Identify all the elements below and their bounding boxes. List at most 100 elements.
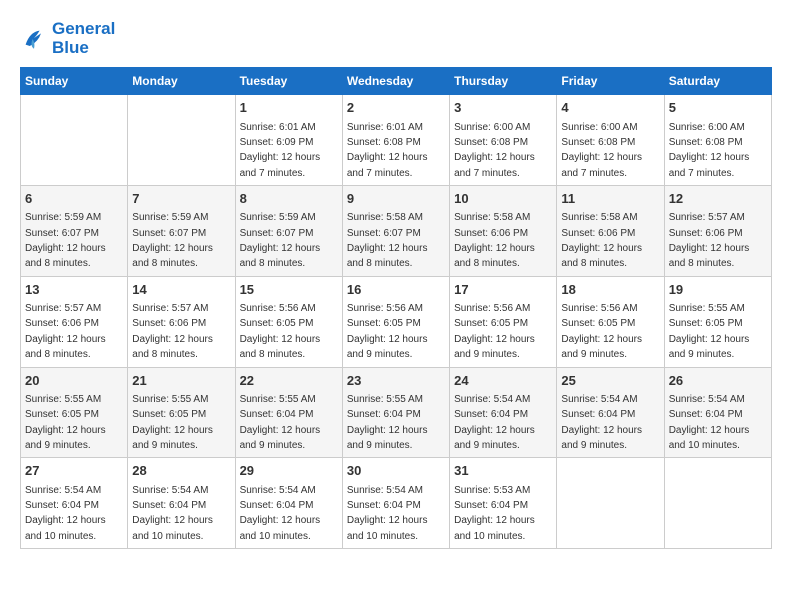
sunset-text: Sunset: 6:04 PM — [454, 409, 528, 420]
day-header-wednesday: Wednesday — [342, 68, 449, 95]
day-number: 1 — [240, 99, 338, 117]
daylight-text: Daylight: 12 hours and 10 minutes. — [132, 515, 213, 541]
week-row-3: 13Sunrise: 5:57 AMSunset: 6:06 PMDayligh… — [21, 276, 772, 367]
sunrise-text: Sunrise: 5:54 AM — [669, 394, 745, 405]
day-cell — [664, 458, 771, 549]
daylight-text: Daylight: 12 hours and 9 minutes. — [669, 334, 750, 360]
daylight-text: Daylight: 12 hours and 9 minutes. — [132, 425, 213, 451]
day-number: 26 — [669, 372, 767, 390]
day-number: 6 — [25, 190, 123, 208]
sunrise-text: Sunrise: 5:54 AM — [25, 485, 101, 496]
sunrise-text: Sunrise: 5:57 AM — [669, 212, 745, 223]
page-header: General Blue — [20, 20, 772, 57]
logo: General Blue — [20, 20, 115, 57]
daylight-text: Daylight: 12 hours and 9 minutes. — [561, 425, 642, 451]
sunset-text: Sunset: 6:05 PM — [132, 409, 206, 420]
day-number: 3 — [454, 99, 552, 117]
day-number: 31 — [454, 462, 552, 480]
day-number: 28 — [132, 462, 230, 480]
sunset-text: Sunset: 6:09 PM — [240, 137, 314, 148]
day-number: 7 — [132, 190, 230, 208]
sunrise-text: Sunrise: 5:58 AM — [347, 212, 423, 223]
sunrise-text: Sunrise: 6:01 AM — [240, 122, 316, 133]
day-number: 18 — [561, 281, 659, 299]
day-cell: 30 Sunrise: 5:54 AM Sunset: 6:04 PM Dayligh… — [342, 458, 449, 549]
day-number: 12 — [669, 190, 767, 208]
sunset-text: Sunset: 6:06 PM — [561, 228, 635, 239]
sunset-text: Sunset: 6:05 PM — [240, 318, 314, 329]
sunrise-text: Sunrise: 5:54 AM — [240, 485, 316, 496]
sunset-text: Sunset: 6:07 PM — [25, 228, 99, 239]
day-cell: 19Sunrise: 5:55 AMSunset: 6:05 PMDayligh… — [664, 276, 771, 367]
sunset-text: Sunset: 6:08 PM — [454, 137, 528, 148]
sunrise-text: Sunrise: 5:55 AM — [347, 394, 423, 405]
day-cell: 24Sunrise: 5:54 AMSunset: 6:04 PMDayligh… — [450, 367, 557, 458]
daylight-text: Daylight: 12 hours and 8 minutes. — [454, 243, 535, 269]
sunrise-text: Sunrise: 5:55 AM — [240, 394, 316, 405]
sunset-text: Sunset: 6:08 PM — [347, 137, 421, 148]
week-row-4: 20Sunrise: 5:55 AMSunset: 6:05 PMDayligh… — [21, 367, 772, 458]
day-header-friday: Friday — [557, 68, 664, 95]
daylight-text: Daylight: 12 hours and 10 minutes. — [25, 515, 106, 541]
header-row: SundayMondayTuesdayWednesdayThursdayFrid… — [21, 68, 772, 95]
daylight-text: Daylight: 12 hours and 8 minutes. — [240, 243, 321, 269]
day-number: 23 — [347, 372, 445, 390]
sunset-text: Sunset: 6:07 PM — [240, 228, 314, 239]
daylight-text: Daylight: 12 hours and 9 minutes. — [25, 425, 106, 451]
sunrise-text: Sunrise: 5:58 AM — [561, 212, 637, 223]
day-cell: 6Sunrise: 5:59 AMSunset: 6:07 PMDaylight… — [21, 186, 128, 277]
day-cell: 8 Sunrise: 5:59 AM Sunset: 6:07 PM Daylight… — [235, 186, 342, 277]
sunrise-text: Sunrise: 5:55 AM — [25, 394, 101, 405]
sunset-text: Sunset: 6:04 PM — [347, 500, 421, 511]
day-cell: 3Sunrise: 6:00 AMSunset: 6:08 PMDaylight… — [450, 95, 557, 186]
sunrise-text: Sunrise: 5:57 AM — [132, 303, 208, 314]
daylight-text: Daylight: 12 hours and 7 minutes. — [561, 152, 642, 178]
daylight-text: Daylight: 12 hours and 8 minutes. — [132, 334, 213, 360]
day-header-tuesday: Tuesday — [235, 68, 342, 95]
sunrise-text: Sunrise: 5:56 AM — [347, 303, 423, 314]
sunrise-text: Sunrise: 5:54 AM — [347, 485, 423, 496]
sunset-text: Sunset: 6:08 PM — [561, 137, 635, 148]
sunset-text: Sunset: 6:05 PM — [561, 318, 635, 329]
sunrise-text: Sunrise: 5:54 AM — [454, 394, 530, 405]
daylight-text: Daylight: 12 hours and 9 minutes. — [347, 425, 428, 451]
day-cell: 21Sunrise: 5:55 AMSunset: 6:05 PMDayligh… — [128, 367, 235, 458]
daylight-text: Daylight: 12 hours and 7 minutes. — [240, 152, 321, 178]
sunrise-text: Sunrise: 5:58 AM — [454, 212, 530, 223]
day-cell: 15Sunrise: 5:56 AMSunset: 6:05 PMDayligh… — [235, 276, 342, 367]
day-cell: 14Sunrise: 5:57 AMSunset: 6:06 PMDayligh… — [128, 276, 235, 367]
day-cell: 12Sunrise: 5:57 AMSunset: 6:06 PMDayligh… — [664, 186, 771, 277]
sunrise-text: Sunrise: 5:59 AM — [240, 212, 316, 223]
sunset-text: Sunset: 6:04 PM — [561, 409, 635, 420]
sunrise-text: Sunrise: 5:56 AM — [454, 303, 530, 314]
sunrise-text: Sunrise: 6:00 AM — [669, 122, 745, 133]
sunset-text: Sunset: 6:07 PM — [132, 228, 206, 239]
day-cell: 5Sunrise: 6:00 AMSunset: 6:08 PMDaylight… — [664, 95, 771, 186]
daylight-text: Daylight: 12 hours and 10 minutes. — [347, 515, 428, 541]
daylight-text: Daylight: 12 hours and 9 minutes. — [240, 425, 321, 451]
daylight-text: Daylight: 12 hours and 9 minutes. — [454, 425, 535, 451]
day-number: 5 — [669, 99, 767, 117]
day-number: 29 — [240, 462, 338, 480]
sunrise-text: Sunrise: 6:01 AM — [347, 122, 423, 133]
week-row-1: 1 Sunrise: 6:01 AM Sunset: 6:09 PM Daylight… — [21, 95, 772, 186]
day-number: 15 — [240, 281, 338, 299]
sunset-text: Sunset: 6:04 PM — [25, 500, 99, 511]
sunset-text: Sunset: 6:04 PM — [669, 409, 743, 420]
calendar-table: SundayMondayTuesdayWednesdayThursdayFrid… — [20, 67, 772, 549]
day-cell: 16Sunrise: 5:56 AMSunset: 6:05 PMDayligh… — [342, 276, 449, 367]
day-cell: 28Sunrise: 5:54 AMSunset: 6:04 PMDayligh… — [128, 458, 235, 549]
day-number: 21 — [132, 372, 230, 390]
sunrise-text: Sunrise: 5:57 AM — [25, 303, 101, 314]
daylight-text: Daylight: 12 hours and 9 minutes. — [561, 334, 642, 360]
day-number: 30 — [347, 462, 445, 480]
day-number: 8 — [240, 190, 338, 208]
day-number: 2 — [347, 99, 445, 117]
sunset-text: Sunset: 6:05 PM — [25, 409, 99, 420]
day-cell — [557, 458, 664, 549]
day-number: 9 — [347, 190, 445, 208]
day-number: 16 — [347, 281, 445, 299]
day-cell: 9Sunrise: 5:58 AMSunset: 6:07 PMDaylight… — [342, 186, 449, 277]
sunset-text: Sunset: 6:04 PM — [132, 500, 206, 511]
sunrise-text: Sunrise: 5:56 AM — [561, 303, 637, 314]
